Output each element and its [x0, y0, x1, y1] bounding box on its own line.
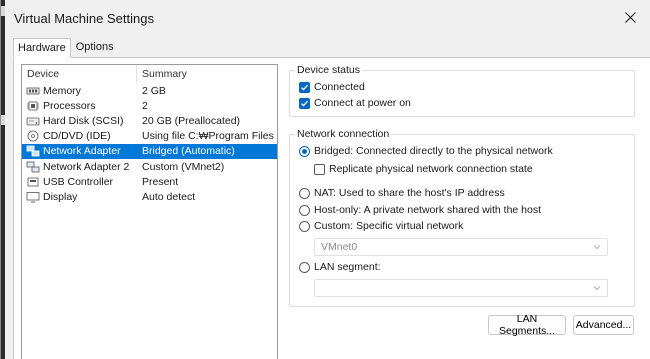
- radio-unselected: [299, 220, 310, 232]
- processor-icon: [26, 100, 40, 112]
- device-name: Network Adapter 2: [43, 160, 130, 173]
- device-row-cd-dvd[interactable]: CD/DVD (IDE) Using file C:₩Program Files…: [22, 129, 277, 144]
- radio-unselected: [299, 187, 310, 199]
- nat-radio[interactable]: NAT: Used to share the host's IP address: [299, 187, 505, 199]
- chevron-down-icon: [593, 286, 601, 291]
- device-name: Hard Disk (SCSI): [43, 114, 124, 127]
- checkbox-checked: [299, 81, 310, 93]
- device-row-processors[interactable]: Processors 2: [22, 98, 277, 113]
- device-summary: Custom (VMnet2): [142, 160, 225, 173]
- usb-icon: [26, 176, 40, 188]
- close-icon: [624, 11, 636, 23]
- memory-icon: [26, 85, 40, 97]
- device-name: Display: [43, 190, 78, 203]
- custom-label: Custom: Specific virtual network: [314, 220, 464, 232]
- device-summary: 2 GB: [142, 84, 166, 97]
- device-row-usb-controller[interactable]: USB Controller Present: [22, 174, 277, 189]
- device-status-title: Device status: [295, 64, 363, 76]
- connect-at-power-on-label: Connect at power on: [314, 97, 411, 109]
- bridged-label: Bridged: Connected directly to the physi…: [314, 145, 553, 157]
- device-row-display[interactable]: Display Auto detect: [22, 189, 277, 204]
- network-connection-title: Network connection: [295, 128, 392, 140]
- device-name: Processors: [43, 99, 96, 112]
- chevron-down-icon: [593, 245, 601, 250]
- network-adapter-icon: [26, 145, 40, 157]
- device-summary: 2: [142, 99, 148, 112]
- device-summary: Bridged (Automatic): [142, 145, 235, 158]
- checkbox-checked: [299, 97, 310, 109]
- device-list-header: Device Summary: [22, 65, 277, 83]
- device-summary: Auto detect: [142, 190, 196, 203]
- custom-network-value: VMnet0: [321, 241, 358, 253]
- device-list[interactable]: Device Summary Memory 2 GB Processors 2 …: [21, 64, 278, 359]
- radio-selected: [299, 145, 310, 157]
- connected-label: Connected: [314, 81, 365, 93]
- cd-dvd-icon: [26, 130, 40, 142]
- device-row-hard-disk[interactable]: Hard Disk (SCSI) 20 GB (Preallocated): [22, 113, 277, 128]
- device-summary: 20 GB (Preallocated): [142, 114, 241, 127]
- device-summary: Using file C:₩Program Files ...: [142, 130, 277, 143]
- window-title: Virtual Machine Settings: [14, 11, 154, 26]
- radio-unselected: [299, 261, 310, 273]
- checkbox-unchecked: [314, 163, 325, 175]
- hard-disk-icon: [26, 115, 40, 127]
- vm-settings-dialog: Virtual Machine Settings Hardware Option…: [0, 0, 650, 359]
- column-header-summary[interactable]: Summary: [137, 65, 277, 83]
- nat-label: NAT: Used to share the host's IP address: [314, 187, 505, 199]
- custom-radio[interactable]: Custom: Specific virtual network: [299, 220, 463, 232]
- device-summary: Present: [142, 175, 179, 188]
- background-window-mark: [1, 115, 5, 125]
- device-name: Network Adapter: [43, 145, 121, 158]
- background-window-strip: [1, 0, 5, 359]
- custom-network-select[interactable]: VMnet0: [314, 238, 608, 256]
- device-name: USB Controller: [43, 175, 114, 188]
- tab-hardware[interactable]: Hardware: [13, 38, 71, 58]
- device-status-group: Device status: [289, 64, 635, 117]
- lan-segment-select[interactable]: [314, 279, 608, 297]
- connect-at-power-on-checkbox[interactable]: Connect at power on: [299, 97, 411, 109]
- host-only-radio[interactable]: Host-only: A private network shared with…: [299, 204, 541, 216]
- column-header-device[interactable]: Device: [22, 65, 137, 83]
- host-only-label: Host-only: A private network shared with…: [314, 204, 542, 216]
- close-button[interactable]: [616, 4, 644, 30]
- lan-segment-radio[interactable]: LAN segment:: [299, 261, 381, 273]
- radio-unselected: [299, 204, 310, 216]
- replicate-state-label: Replicate physical network connection st…: [329, 163, 533, 175]
- advanced-button[interactable]: Advanced...: [573, 315, 634, 335]
- device-name: Memory: [43, 84, 81, 97]
- device-name: CD/DVD (IDE): [43, 130, 111, 143]
- bridged-radio[interactable]: Bridged: Connected directly to the physi…: [299, 145, 553, 157]
- network-adapter-icon: [26, 161, 40, 173]
- replicate-state-checkbox[interactable]: Replicate physical network connection st…: [314, 163, 533, 175]
- device-row-network-adapter[interactable]: Network Adapter Bridged (Automatic): [22, 143, 277, 159]
- lan-segment-label: LAN segment:: [314, 261, 381, 273]
- lan-segments-button[interactable]: LAN Segments...: [488, 313, 566, 337]
- device-row-memory[interactable]: Memory 2 GB: [22, 83, 277, 98]
- tab-strip: Hardware Options: [13, 37, 119, 58]
- title-bar: Virtual Machine Settings: [5, 0, 650, 34]
- display-icon: [26, 191, 40, 203]
- tab-options[interactable]: Options: [71, 37, 119, 57]
- device-row-network-adapter-2[interactable]: Network Adapter 2 Custom (VMnet2): [22, 159, 277, 174]
- connected-checkbox[interactable]: Connected: [299, 81, 365, 93]
